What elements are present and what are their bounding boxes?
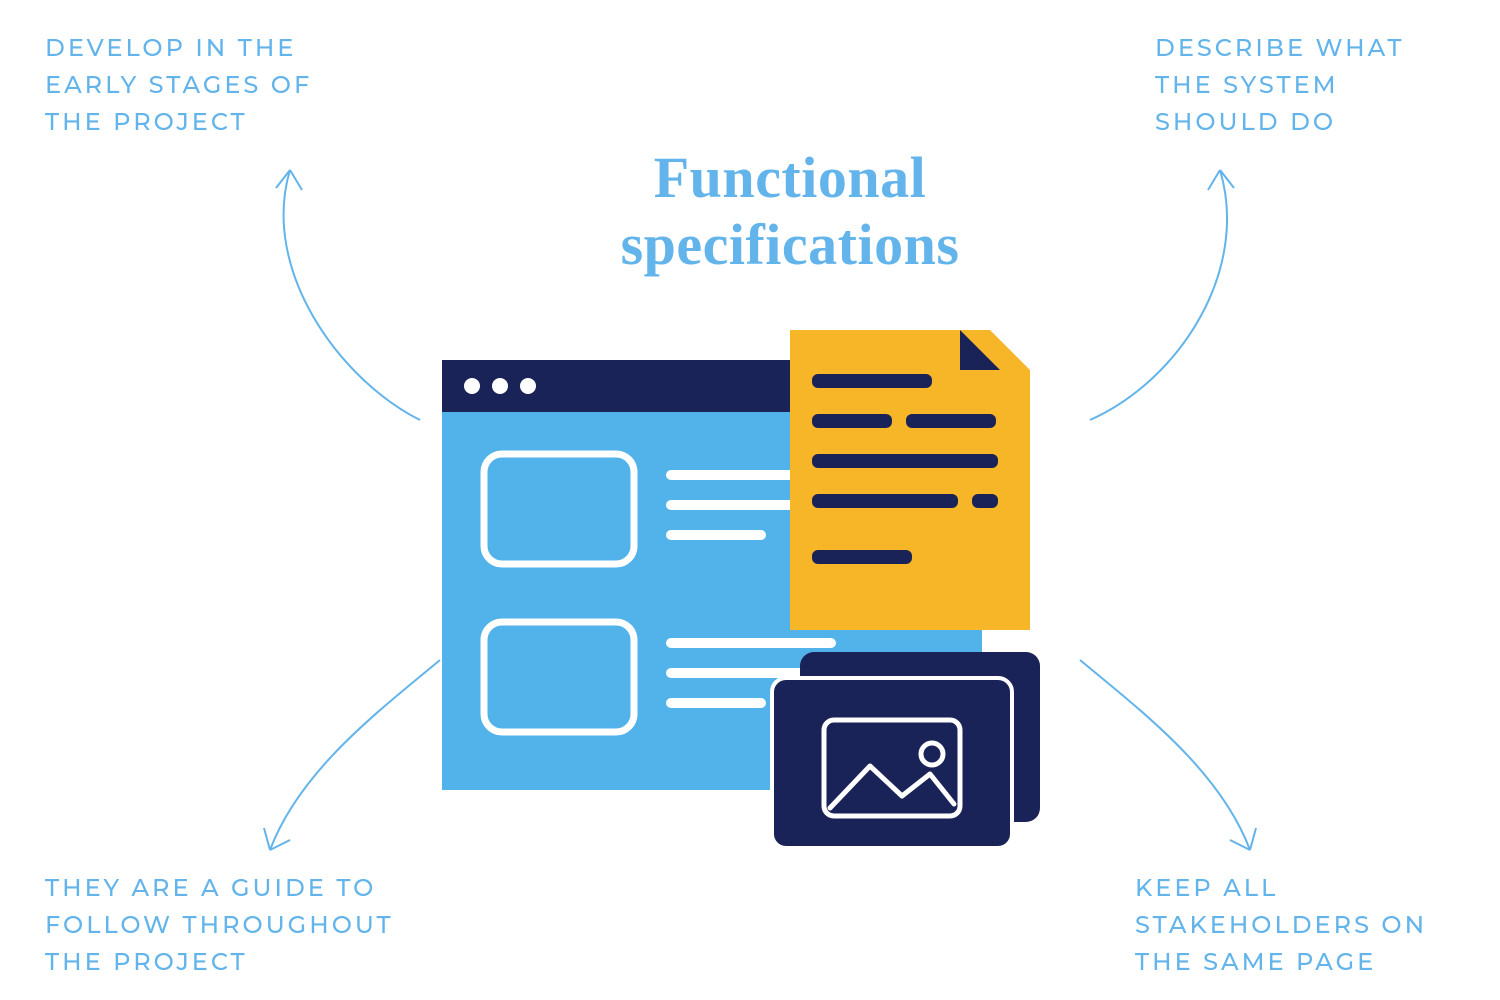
callout-bottom-left: THEY ARE A GUIDE TO FOLLOW THROUGHOUT TH… <box>45 870 425 982</box>
arrow-top-left <box>140 150 440 430</box>
image-cards-icon <box>772 652 1040 848</box>
arrow-bottom-left <box>220 650 460 870</box>
title-line-1: Functional <box>654 145 927 210</box>
diagram-title: Functional specifications <box>490 145 1090 278</box>
callout-top-left: DEVELOP IN THE EARLY STAGES OF THE PROJE… <box>45 30 375 142</box>
callout-top-right: DESCRIBE WHAT THE SYSTEM SHOULD DO <box>1155 30 1455 142</box>
arrow-top-right <box>1070 150 1370 430</box>
callout-bottom-right: KEEP ALL STAKEHOLDERS ON THE SAME PAGE <box>1135 870 1455 982</box>
document-icon <box>790 330 1030 630</box>
title-line-2: specifications <box>621 212 960 277</box>
arrow-bottom-right <box>1060 650 1300 870</box>
center-illustration <box>430 330 1050 850</box>
illustration-svg <box>430 330 1050 850</box>
